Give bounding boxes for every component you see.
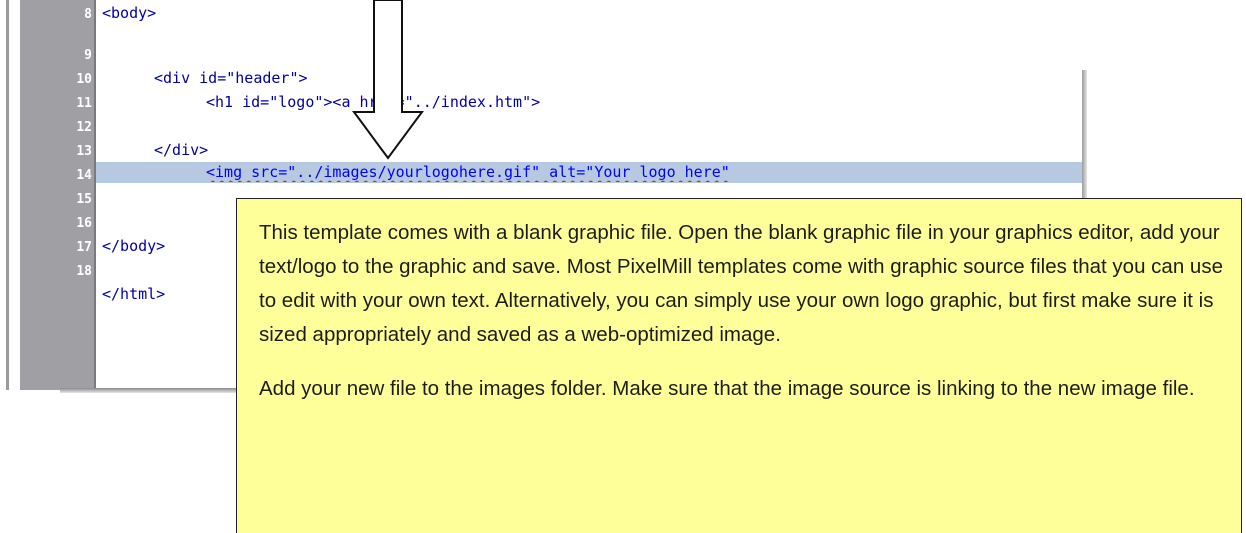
- code-line-body-open[interactable]: <body>: [102, 4, 156, 23]
- line-number: 13: [76, 144, 92, 159]
- instruction-callout: This template comes with a blank graphic…: [236, 198, 1242, 533]
- line-number: 10: [76, 72, 92, 87]
- code-line-div-close[interactable]: </div>: [154, 141, 208, 160]
- instruction-paragraph-2: Add your new file to the images folder. …: [259, 377, 1195, 400]
- gutter-divider: [94, 0, 96, 390]
- line-number: 8: [84, 7, 92, 22]
- line-number: 11: [76, 96, 92, 111]
- line-number: 17: [76, 240, 92, 255]
- code-line-div-header[interactable]: <div id="header">: [154, 69, 308, 88]
- line-number: 14: [76, 168, 92, 183]
- editor-left-border: [6, 0, 9, 390]
- line-number: 18: [76, 264, 92, 279]
- down-arrow-icon: [352, 0, 424, 160]
- line-number: 16: [76, 216, 92, 231]
- line-number: 12: [76, 120, 92, 135]
- instruction-paragraph-1: This template comes with a blank graphic…: [259, 221, 1223, 346]
- code-line-img-src[interactable]: <img src="../images/yourlogohere.gif" al…: [206, 163, 1084, 182]
- line-number: 15: [76, 192, 92, 207]
- code-line-html-close[interactable]: </html>: [102, 285, 165, 304]
- code-line-body-close[interactable]: </body>: [102, 237, 165, 256]
- line-number: 9: [84, 48, 92, 63]
